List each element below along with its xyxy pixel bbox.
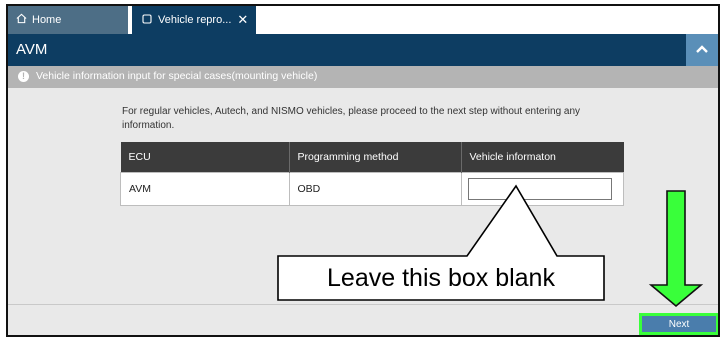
- down-arrow-icon: [648, 190, 704, 308]
